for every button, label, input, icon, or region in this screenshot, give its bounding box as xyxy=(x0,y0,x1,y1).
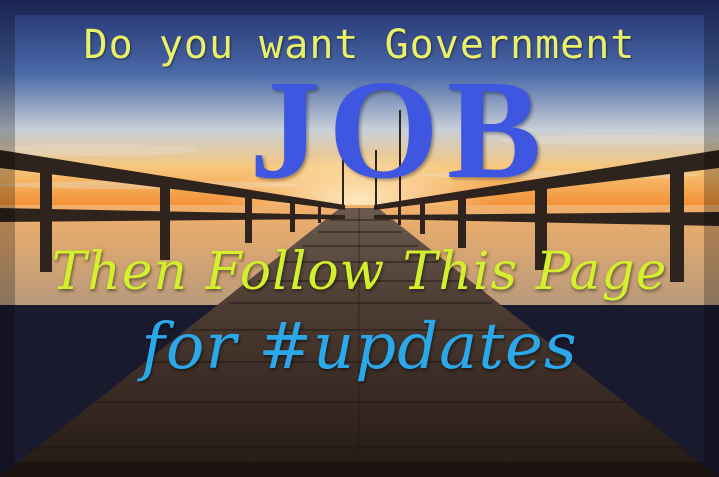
poster-image: Do you want Government JOB Then Follow T… xyxy=(0,0,719,477)
headline-job: JOB xyxy=(249,50,550,208)
updates-hashtag-text: for #updates xyxy=(141,310,578,384)
follow-page-text: Then Follow This Page xyxy=(51,242,668,302)
